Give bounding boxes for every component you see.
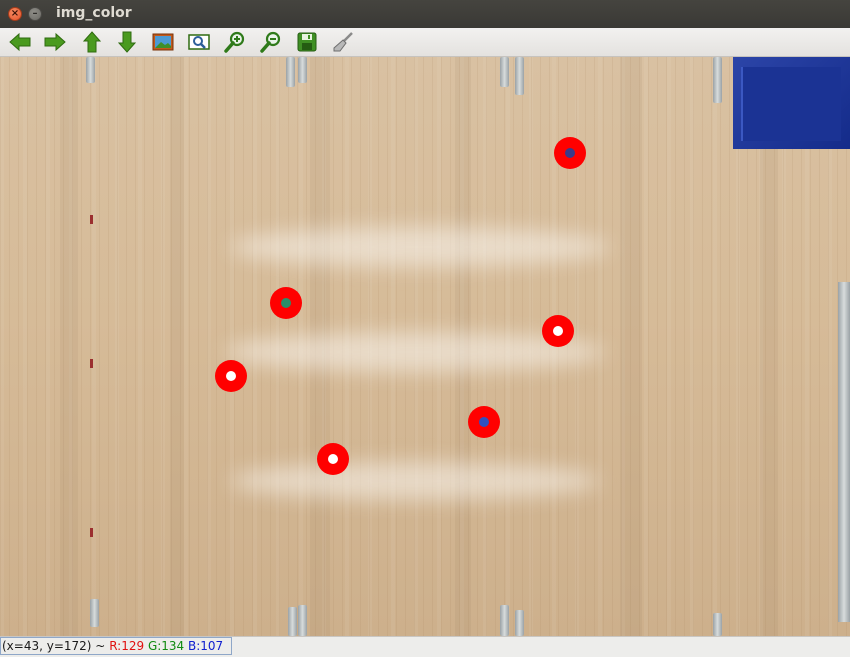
marker-center [281,298,291,308]
detected-marker [554,137,586,169]
minimize-icon: – [32,8,38,19]
arrow-left-icon [9,32,31,52]
close-icon: × [10,8,20,19]
right-edge-panel [838,282,850,622]
arrow-up-icon [82,31,102,53]
pan-up-button[interactable] [80,30,104,54]
window-title: img_color [56,5,132,21]
image-view[interactable] [0,57,850,636]
detected-marker [468,406,500,438]
table-foot [500,57,509,87]
blue-box [733,57,850,149]
blue-value: B:107 [188,639,224,653]
table-foot [500,605,509,636]
pan-right-button[interactable] [43,30,67,54]
green-value: G:134 [147,639,185,653]
table-foot [286,57,295,87]
image-icon [152,33,174,51]
floor-mark [90,215,93,224]
marker-center [565,148,575,158]
zoom-in-icon [224,31,245,53]
save-icon [297,32,317,52]
table-foot [298,605,307,636]
blue-box-inner [741,67,841,141]
marker-center [479,417,489,427]
toolbar [0,28,850,57]
table-foot [298,57,307,83]
cursor-coords: (x=43, y=172) ~ [2,639,106,653]
save-button[interactable] [295,30,319,54]
red-value: R:129 [109,639,145,653]
zoom-out-button[interactable] [259,30,283,54]
detected-marker [317,443,349,475]
floor-plank [620,57,642,636]
detected-marker [542,315,574,347]
floor-mark [90,528,93,537]
light-reflection [230,462,600,500]
light-reflection [230,227,610,267]
marker-center [226,371,236,381]
marker-center [328,454,338,464]
pan-down-button[interactable] [115,30,139,54]
marker-center [553,326,563,336]
zoom-out-icon [260,31,281,53]
zoom-in-button[interactable] [223,30,247,54]
properties-button[interactable] [331,30,355,54]
table-foot [90,599,99,627]
table-foot [713,57,722,103]
arrow-right-icon [44,32,66,52]
floor-mark [90,359,93,368]
floor-plank [170,57,184,636]
detected-marker [215,360,247,392]
table-foot [515,57,524,95]
floor-plank [60,57,78,636]
zoom-frame-icon [188,34,210,50]
pixel-readout: (x=43, y=172) ~ R:129 G:134 B:107 [2,639,223,653]
detected-marker [270,287,302,319]
close-window-button[interactable]: × [8,7,22,21]
zoom-reset-button[interactable] [151,30,175,54]
title-bar: × – img_color [0,0,850,29]
arrow-down-icon [117,31,137,53]
brush-icon [333,32,353,52]
status-bar: (x=43, y=172) ~ R:129 G:134 B:107 [0,636,850,657]
zoom-fit-button[interactable] [187,30,211,54]
pan-left-button[interactable] [8,30,32,54]
table-foot [86,57,95,83]
table-foot [288,607,297,636]
table-foot [713,613,722,636]
minimize-window-button[interactable]: – [28,7,42,21]
table-foot [515,610,524,636]
